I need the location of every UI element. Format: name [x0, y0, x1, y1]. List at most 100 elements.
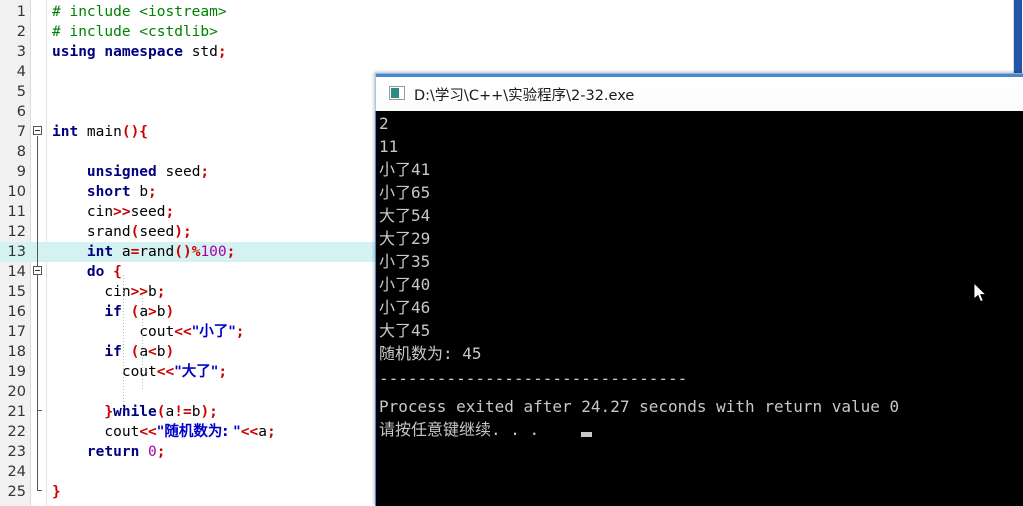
- code-token: }: [52, 404, 114, 420]
- line-number: 12: [7, 224, 26, 240]
- console-icon: [389, 86, 405, 100]
- code-token: !=: [174, 404, 192, 420]
- line-number: 19: [7, 364, 26, 380]
- code-token: >>: [130, 284, 149, 300]
- console-output-area[interactable]: 2 11 小了41 小了65 大了54 大了29 小了35 小了40 小了46 大了45 随机数为:…: [375, 111, 1023, 506]
- code-token: {: [113, 264, 122, 280]
- indent-guide-2: [142, 295, 143, 390]
- code-line[interactable]: 1 # include <iostream>: [0, 2, 1023, 22]
- line-number: 17: [7, 324, 26, 340]
- screen: 1 # include <iostream> 2 # include <cstdlib…: [0, 0, 1023, 506]
- code-line[interactable]: 3 using namespace std;: [0, 42, 1023, 62]
- console-output-line: 11: [379, 137, 399, 156]
- code-token: "大了": [174, 364, 219, 380]
- code-token: a: [121, 244, 131, 260]
- code-token: ;: [217, 44, 227, 60]
- code-text: return 0;: [52, 442, 166, 462]
- code-token: >>: [113, 204, 131, 220]
- code-token: >: [148, 304, 157, 320]
- fold-toggle-line7[interactable]: [33, 126, 42, 135]
- code-token: ): [165, 304, 175, 320]
- console-output-line: 小了41: [379, 160, 431, 179]
- line-number: 2: [16, 24, 26, 40]
- code-token: srand: [52, 224, 131, 240]
- code-token: seed: [130, 204, 166, 220]
- line-number: 1: [16, 4, 26, 20]
- code-token: }: [52, 484, 61, 500]
- line-number: 24: [7, 464, 26, 480]
- line-number: 15: [7, 284, 26, 300]
- code-text: do {: [52, 262, 122, 282]
- console-output-line: 2: [379, 114, 389, 133]
- code-text: int a=rand()%100;: [52, 242, 235, 262]
- code-token: b: [139, 184, 149, 200]
- code-token: # include <cstdlib>: [52, 24, 218, 40]
- code-token: ;: [156, 444, 166, 460]
- line-number: 21: [7, 404, 26, 420]
- code-token: ;: [218, 364, 228, 380]
- code-token: main: [86, 124, 122, 140]
- code-token: ;: [148, 184, 157, 200]
- code-text: cout<<"大了";: [52, 362, 227, 382]
- code-text: if (a>b): [52, 302, 174, 322]
- line-number: 8: [16, 144, 26, 160]
- console-output-line: 小了65: [379, 183, 431, 202]
- line-number: 10: [7, 184, 26, 200]
- line-number: 4: [16, 64, 26, 80]
- code-text: short b;: [52, 182, 157, 202]
- line-number: 16: [7, 304, 26, 320]
- line-number: 14: [7, 264, 26, 280]
- console-output-line: 小了35: [379, 252, 431, 271]
- code-token: short: [52, 184, 140, 200]
- title-bar-accent: [376, 74, 1023, 77]
- console-title-bar[interactable]: D:\学习\C++\实验程序\2-32.exe: [375, 73, 1023, 111]
- console-cursor: [581, 432, 592, 437]
- code-token: seed: [139, 224, 175, 240]
- code-token: ): [165, 344, 175, 360]
- code-token: int: [52, 124, 87, 140]
- code-text: srand(seed);: [52, 222, 192, 242]
- line-number: 3: [16, 44, 26, 60]
- code-token: ;: [200, 164, 210, 180]
- code-token: "随机数为: ": [156, 424, 241, 440]
- code-token: 0: [148, 444, 157, 460]
- code-text: cin>>b;: [52, 282, 165, 302]
- line-number: 7: [16, 124, 26, 140]
- code-token: if: [52, 304, 131, 320]
- code-text: cin>>seed;: [52, 202, 174, 222]
- code-token: cout: [52, 424, 140, 440]
- code-token: cout: [52, 324, 175, 340]
- code-token: ;: [235, 324, 245, 340]
- code-token: a: [165, 404, 175, 420]
- mouse-pointer-icon: [973, 281, 988, 304]
- line-number: 18: [7, 344, 26, 360]
- code-text: cout<<"小了";: [52, 322, 245, 342]
- code-token: int: [52, 244, 122, 260]
- code-text: cout<<"随机数为: "<<a;: [52, 422, 275, 442]
- code-token: b: [156, 304, 166, 320]
- code-token: (: [130, 304, 140, 320]
- code-token: "小了": [191, 324, 236, 340]
- code-token: unsigned: [52, 164, 166, 180]
- line-number: 23: [7, 444, 26, 460]
- console-exit-message: Process exited after 24.27 seconds with …: [379, 397, 900, 416]
- console-window[interactable]: D:\学习\C++\实验程序\2-32.exe 2 11 小了41 小了65 大了54 大…: [375, 73, 1023, 506]
- code-line[interactable]: 2 # include <cstdlib>: [0, 22, 1023, 42]
- line-number: 5: [16, 84, 26, 100]
- code-token: # include <iostream>: [52, 4, 227, 20]
- code-token: 100: [200, 244, 227, 260]
- console-output-line: 大了29: [379, 229, 431, 248]
- line-number: 11: [7, 204, 26, 220]
- fold-toggle-line14[interactable]: [33, 266, 42, 275]
- console-output-line: 小了40: [379, 275, 431, 294]
- code-token: b: [156, 344, 166, 360]
- code-text: # include <iostream>: [52, 2, 227, 22]
- line-number: 25: [7, 484, 26, 500]
- code-token: <: [148, 344, 157, 360]
- code-token: a: [258, 424, 267, 440]
- code-text: using namespace std;: [52, 42, 227, 62]
- console-output-line: 大了54: [379, 206, 431, 225]
- code-text: }: [52, 482, 61, 502]
- line-number: 20: [7, 384, 26, 400]
- code-token: (){: [121, 124, 149, 140]
